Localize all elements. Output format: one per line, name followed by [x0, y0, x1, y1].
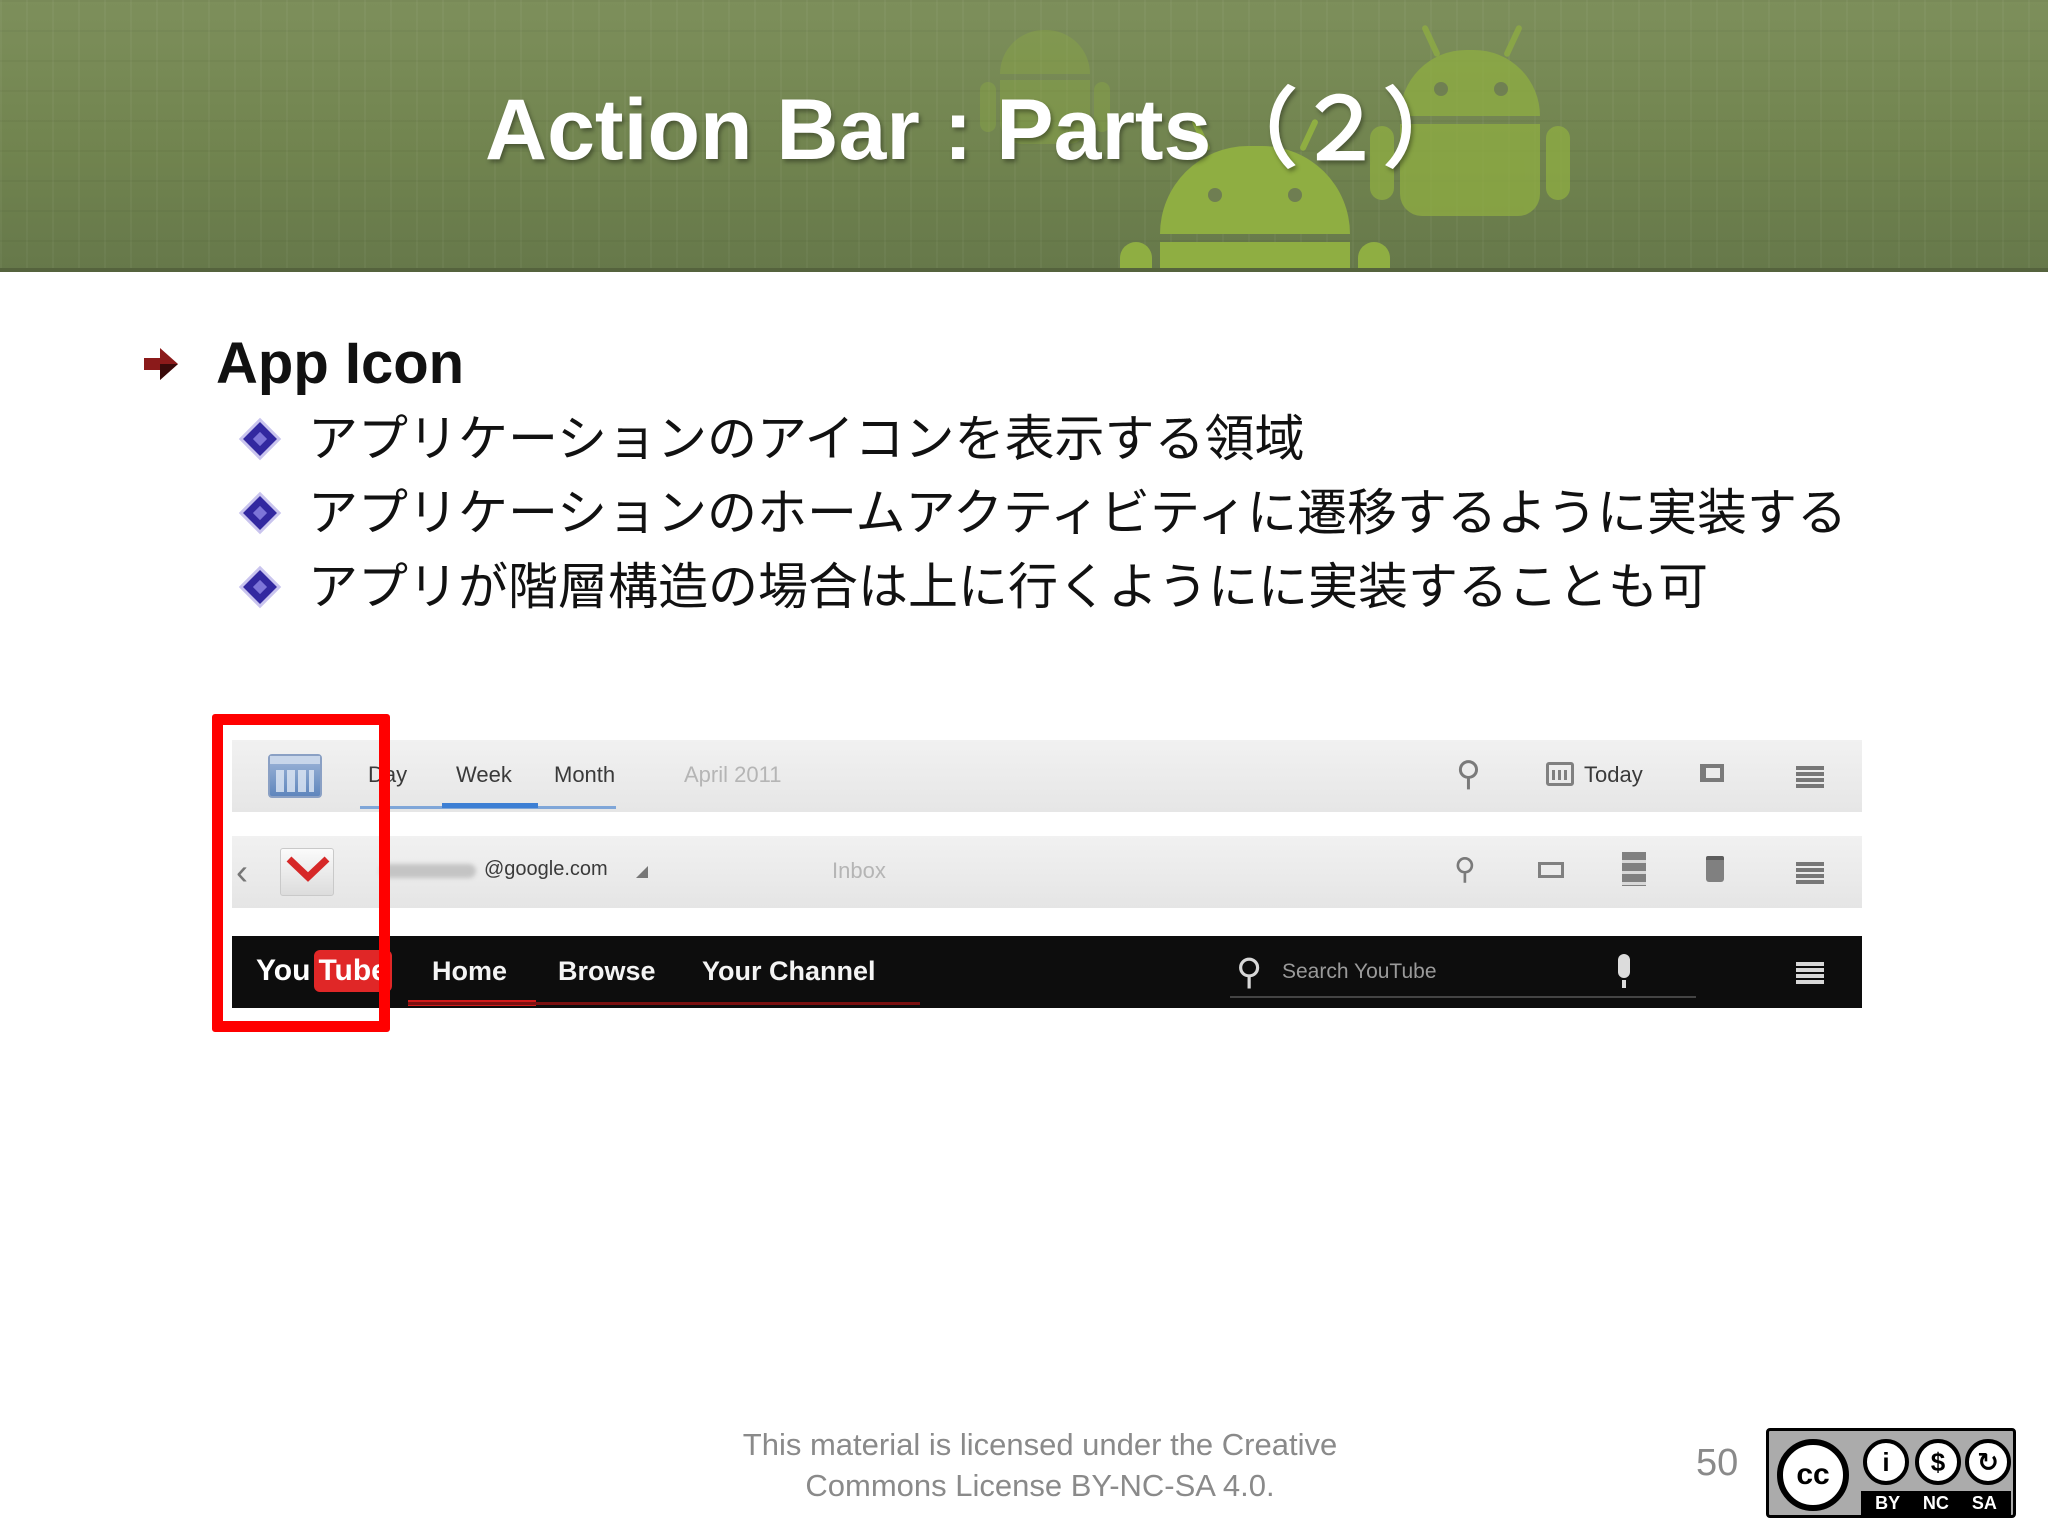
cc-terms-label: BY NC SA: [1861, 1491, 2011, 1515]
cc-logo-icon: cc: [1777, 1439, 1849, 1511]
title-banner: Action Bar : Parts（２）: [0, 0, 2048, 272]
license-text: This material is licensed under the Crea…: [660, 1424, 1420, 1506]
diamond-bullet-icon: [240, 493, 280, 533]
search-icon[interactable]: ⚲: [1454, 850, 1476, 890]
cc-license-badge-icon: cc i $ ↻ BY NC SA: [1766, 1428, 2016, 1518]
bullet-text: アプリが階層構造の場合は上に行くようにに実装することも可: [308, 558, 1708, 616]
overflow-menu-icon[interactable]: [1796, 962, 1824, 984]
today-calendar-icon[interactable]: [1546, 762, 1574, 786]
action-bar-screenshot: Day Week Month April 2011 ⚲ Today ‹ @goo…: [212, 714, 1864, 1080]
dropdown-triangle-icon[interactable]: [636, 866, 648, 878]
app-icon-highlight-box: [212, 714, 390, 1032]
overflow-menu-icon[interactable]: [1796, 862, 1824, 884]
crop-icon[interactable]: [1700, 764, 1724, 782]
license-line-2: Commons License BY-NC-SA 4.0.: [805, 1468, 1275, 1503]
tab-month[interactable]: Month: [554, 762, 615, 788]
today-button[interactable]: Today: [1584, 762, 1643, 788]
noncommercial-icon: $: [1915, 1439, 1961, 1485]
search-icon[interactable]: ⚲: [1236, 952, 1262, 992]
tab-home[interactable]: Home: [432, 956, 507, 987]
sharealike-icon: ↻: [1965, 1439, 2011, 1485]
calendar-action-bar: Day Week Month April 2011 ⚲ Today: [232, 740, 1862, 812]
attribution-icon: i: [1863, 1439, 1909, 1485]
date-label: April 2011: [684, 762, 782, 787]
compose-icon[interactable]: [1538, 862, 1564, 878]
bullet-text: アプリケーションのアイコンを表示する領域: [308, 410, 1305, 468]
diamond-bullet-icon: [240, 567, 280, 607]
search-input[interactable]: Search YouTube: [1282, 960, 1437, 984]
selected-tab-indicator: [442, 803, 538, 808]
account-email[interactable]: @google.com: [484, 858, 608, 881]
microphone-icon[interactable]: [1618, 954, 1630, 988]
folder-label: Inbox: [832, 858, 886, 883]
blurred-account-name: [380, 864, 476, 878]
youtube-action-bar: You Tube Home Browse Your Channel ⚲ Searc…: [232, 936, 1862, 1008]
list-item: アプリが階層構造の場合は上に行くようにに実装することも可: [240, 552, 1708, 622]
tab-your-channel[interactable]: Your Channel: [702, 956, 876, 987]
diamond-bullet-icon: [240, 419, 280, 459]
slide-title: Action Bar : Parts（２）: [485, 82, 1470, 178]
gmail-action-bar: ‹ @google.com Inbox ⚲: [232, 836, 1862, 908]
trash-icon[interactable]: [1706, 856, 1724, 882]
tab-underline: [408, 1002, 920, 1005]
search-icon[interactable]: ⚲: [1456, 754, 1481, 794]
list-item: アプリケーションのホームアクティビティに遷移するように実装する: [240, 478, 1847, 548]
archive-icon[interactable]: [1622, 852, 1646, 886]
tab-browse[interactable]: Browse: [558, 956, 656, 987]
arrow-bullet-icon: [144, 348, 178, 380]
list-item: アプリケーションのアイコンを表示する領域: [240, 404, 1305, 474]
page-number: 50: [1696, 1442, 1739, 1484]
search-field-underline: [1230, 996, 1696, 998]
section-heading: App Icon: [216, 331, 465, 396]
overflow-menu-icon[interactable]: [1796, 766, 1824, 788]
bullet-text: アプリケーションのホームアクティビティに遷移するように実装する: [308, 484, 1847, 542]
banner-divider: [0, 268, 2048, 272]
tab-week[interactable]: Week: [456, 762, 512, 788]
license-line-1: This material is licensed under the Crea…: [742, 1427, 1338, 1462]
